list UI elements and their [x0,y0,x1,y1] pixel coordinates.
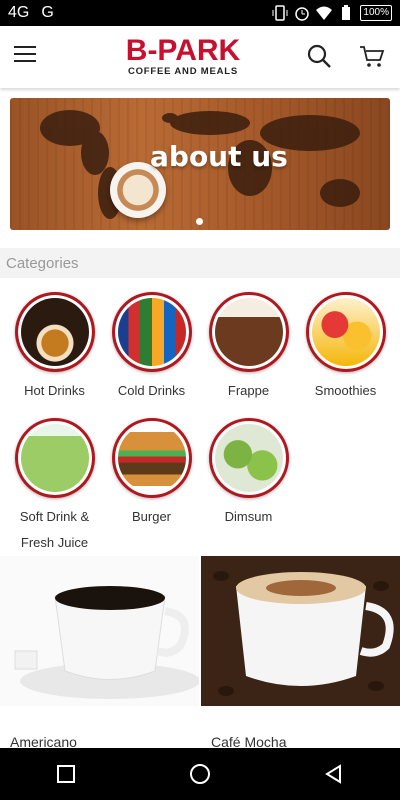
category-label: Dimsum [224,509,273,524]
categories-title: Categories [6,254,79,272]
battery-charging-icon [342,5,351,20]
menu-icon[interactable] [14,46,36,66]
category-cold-drinks[interactable]: Cold Drinks [103,292,200,404]
wifi-icon [316,6,333,20]
app-bar: B-PARK COFFEE AND MEALS [0,26,400,88]
status-bar: 4G G 100% [0,0,400,26]
cart-icon[interactable] [358,42,386,70]
americano-image [0,556,199,706]
vibrate-icon [272,5,288,21]
smoothies-image [305,292,386,372]
home-icon[interactable] [189,763,211,785]
category-label: Frappe [227,383,270,398]
category-burger[interactable]: Burger [103,418,200,530]
category-dimsum[interactable]: Dimsum [200,418,297,530]
back-icon[interactable] [324,764,344,784]
category-smoothies[interactable]: Smoothies [297,292,394,404]
logo-subtitle: COFFEE AND MEALS [127,66,239,77]
product-grid: Americano Café Mocha [0,556,400,750]
system-nav-bar [0,748,400,800]
frappe-image [208,292,289,372]
alarm-icon [295,7,310,21]
cold-drinks-image [111,292,192,372]
categories-header: Categories [0,248,400,278]
category-label: Hot Drinks [24,383,85,398]
cafe-mocha-image [201,556,400,706]
network-type-g: G [41,4,54,21]
battery-level: 100% [360,5,392,21]
product-card-cafe-mocha[interactable]: Café Mocha [201,556,400,750]
carousel-indicator[interactable] [196,218,203,225]
logo-title: B-PARK [125,34,241,67]
recent-apps-icon[interactable] [56,764,76,784]
category-soft-drink-fresh-juice[interactable]: Soft Drink & Fresh Juice [6,418,103,556]
banner-title: about us [150,140,288,173]
category-frappe[interactable]: Frappe [200,292,297,404]
coffee-cup-icon [213,571,394,696]
logo: B-PARK COFFEE AND MEALS [118,36,248,78]
burger-image [111,418,192,498]
network-type-4g: 4G [8,4,30,21]
search-icon[interactable] [305,42,333,70]
coffee-cup-icon [14,586,199,699]
status-left: 4G G [8,4,60,22]
hot-drinks-image [14,292,95,372]
dimsum-image [208,418,289,498]
category-label: Cold Drinks [117,383,186,398]
product-card-americano[interactable]: Americano [0,556,199,750]
status-right: 100% [272,5,392,21]
category-label: Soft Drink & Fresh Juice [19,509,90,550]
soft-drink-image [14,418,95,498]
about-us-banner[interactable]: about us [10,98,390,230]
category-hot-drinks[interactable]: Hot Drinks [6,292,103,404]
category-label: Smoothies [314,383,377,398]
category-label: Burger [131,509,172,524]
